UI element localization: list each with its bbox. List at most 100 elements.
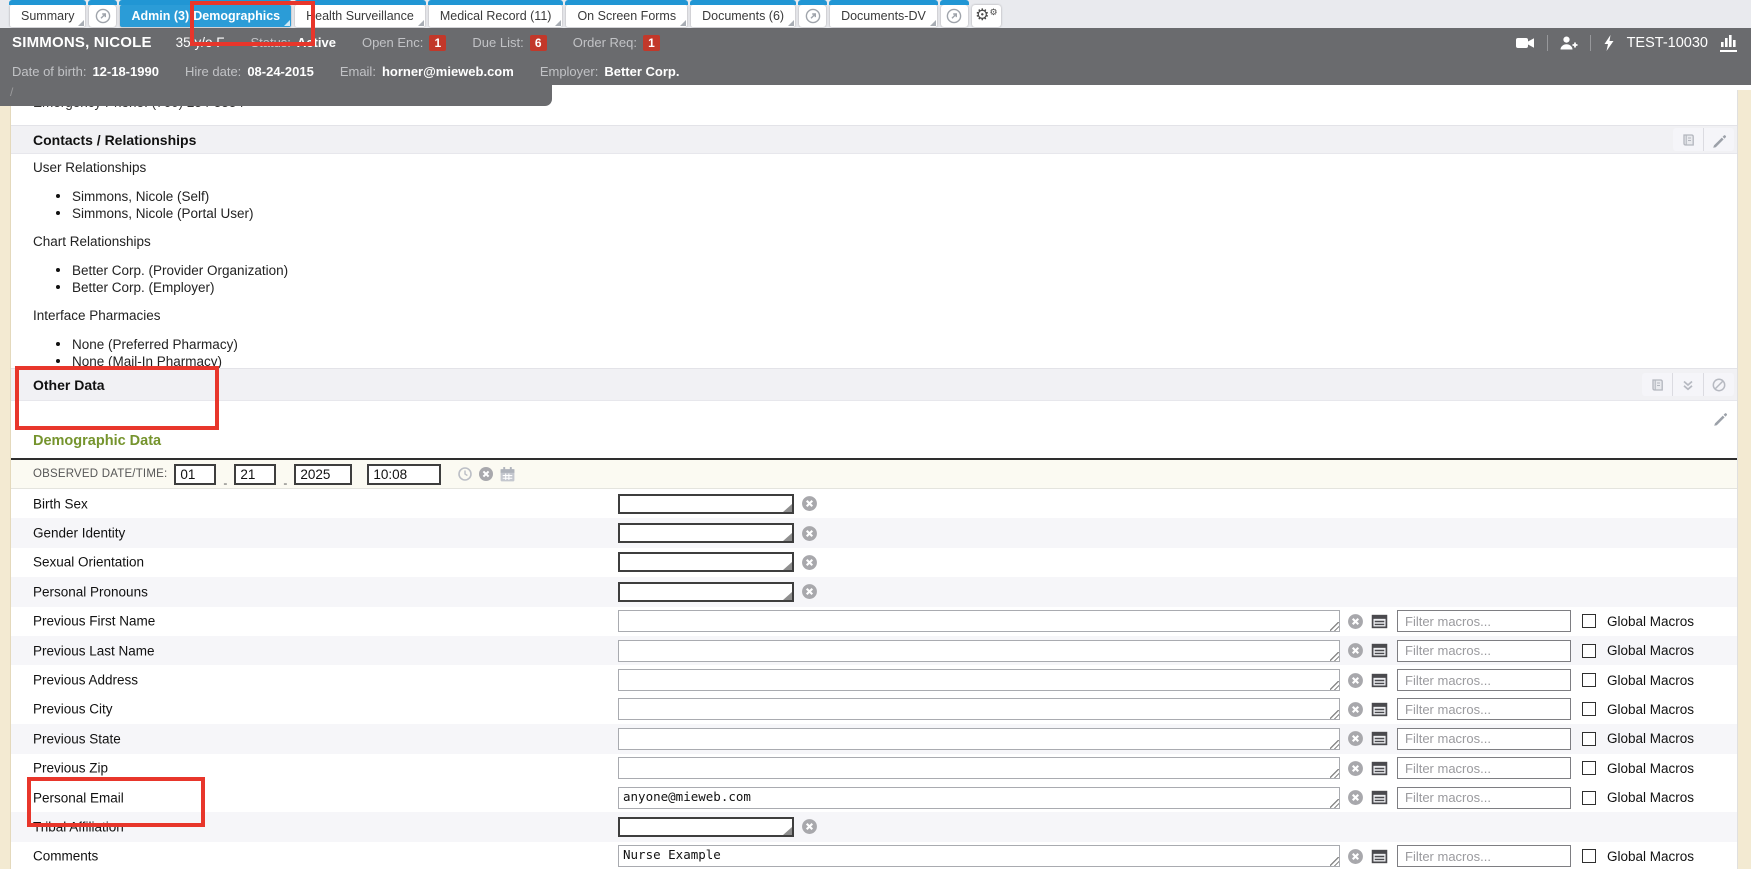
clear-field-button[interactable] — [1347, 848, 1364, 865]
order-req-badge[interactable]: 1 — [643, 35, 660, 51]
clear-field-button[interactable] — [1347, 730, 1364, 747]
calendar-icon[interactable] — [499, 466, 516, 483]
value-select-input[interactable] — [618, 494, 794, 514]
macros-list-button[interactable] — [1371, 701, 1388, 718]
value-textarea[interactable] — [618, 728, 1340, 750]
observed-day-input[interactable]: 21 — [234, 464, 276, 485]
due-list-badge[interactable]: 6 — [530, 35, 547, 51]
resize-grip[interactable] — [1330, 622, 1339, 631]
macros-list-button[interactable] — [1371, 760, 1388, 777]
form-row-sexual-orientation: Sexual Orientation — [10, 548, 1738, 577]
lightning-icon[interactable] — [1603, 35, 1615, 51]
resize-grip[interactable] — [1330, 652, 1339, 661]
open-enc-badge[interactable]: 1 — [429, 35, 446, 51]
journal-button[interactable] — [1673, 128, 1703, 151]
list-icon — [1371, 701, 1388, 718]
value-select-input[interactable] — [618, 552, 794, 572]
resize-grip[interactable] — [1330, 799, 1339, 808]
clear-field-button[interactable] — [1347, 701, 1364, 718]
value-textarea[interactable] — [618, 610, 1340, 632]
value-textarea[interactable] — [618, 669, 1340, 691]
filter-macros-input[interactable] — [1397, 610, 1571, 632]
clear-field-button[interactable] — [801, 818, 818, 835]
filter-macros-input[interactable] — [1397, 640, 1571, 662]
relationship-items: Simmons, Nicole (Self) Simmons, Nicole (… — [10, 188, 288, 222]
global-macros-checkbox[interactable] — [1582, 614, 1596, 628]
observed-month-input[interactable]: 01 — [174, 464, 216, 485]
filter-macros-input[interactable] — [1397, 669, 1571, 691]
macros-list-button[interactable] — [1371, 642, 1388, 659]
filter-macros-input[interactable] — [1397, 698, 1571, 720]
person-plus-icon[interactable] — [1560, 35, 1578, 51]
global-macros-checkbox[interactable] — [1582, 791, 1596, 805]
filter-macros-input[interactable] — [1397, 845, 1571, 867]
resize-grip[interactable] — [1330, 769, 1339, 778]
edit-section-button[interactable] — [1703, 128, 1734, 151]
journal-button[interactable] — [1642, 373, 1672, 396]
observed-year-input[interactable]: 2025 — [294, 464, 352, 485]
tab-on-screen-forms[interactable]: On Screen Forms — [566, 5, 687, 27]
value-select-input[interactable] — [618, 817, 794, 837]
tab-health-surveillance[interactable]: Health Surveillance — [295, 5, 425, 27]
tab-summary[interactable]: Summary — [10, 5, 85, 27]
macros-list-button[interactable] — [1371, 613, 1388, 630]
value-select-input[interactable] — [618, 582, 794, 602]
edit-demographics-button[interactable] — [1712, 410, 1728, 426]
macros-list-button[interactable] — [1371, 789, 1388, 806]
resize-grip[interactable] — [1330, 857, 1339, 866]
filter-macros-input[interactable] — [1397, 757, 1571, 779]
value-textarea[interactable] — [618, 698, 1340, 720]
collapse-section-button[interactable] — [1672, 373, 1703, 396]
macros-list-button[interactable] — [1371, 848, 1388, 865]
value-textarea[interactable] — [618, 757, 1340, 779]
bar-chart-icon[interactable] — [1720, 33, 1737, 52]
chart-settings-button[interactable]: ⚙⚙ — [972, 5, 1001, 27]
clear-field-button[interactable] — [1347, 672, 1364, 689]
list-item: Better Corp. (Provider Organization) — [10, 262, 288, 279]
observed-time-input[interactable]: 10:08 — [367, 464, 441, 485]
circle-x-icon — [1347, 701, 1364, 718]
tab-documents-dv[interactable]: Documents-DV — [830, 5, 937, 27]
disable-section-button[interactable] — [1703, 373, 1734, 396]
relationship-group: Interface Pharmacies None (Preferred Pha… — [10, 308, 288, 370]
clock-icon[interactable] — [457, 466, 473, 482]
global-macros-checkbox[interactable] — [1582, 702, 1596, 716]
value-textarea[interactable]: anyone@mieweb.com — [618, 787, 1340, 809]
tab-popout-button[interactable] — [941, 5, 968, 27]
global-macros-checkbox[interactable] — [1582, 761, 1596, 775]
resize-grip[interactable] — [1330, 681, 1339, 690]
filter-macros-input[interactable] — [1397, 787, 1571, 809]
form-row-personal-pronouns: Personal Pronouns — [10, 577, 1738, 606]
clear-field-button[interactable] — [801, 583, 818, 600]
tab-admin-3-demographics[interactable]: Admin (3):Demographics — [120, 5, 291, 27]
macros-list-button[interactable] — [1371, 672, 1388, 689]
clear-field-button[interactable] — [1347, 789, 1364, 806]
tab-popout-button[interactable] — [89, 5, 116, 27]
value-textarea[interactable] — [618, 640, 1340, 662]
list-item: Better Corp. (Employer) — [10, 279, 288, 296]
tab-documents-6[interactable]: Documents (6) — [691, 5, 795, 27]
resize-grip[interactable] — [1330, 740, 1339, 749]
clear-field-button[interactable] — [801, 525, 818, 542]
list-icon — [1371, 642, 1388, 659]
global-macros-checkbox[interactable] — [1582, 644, 1596, 658]
clear-field-button[interactable] — [1347, 613, 1364, 630]
video-camera-icon[interactable] — [1516, 35, 1535, 51]
relationship-items: None (Preferred Pharmacy) None (Mail-In … — [10, 336, 288, 370]
clear-datetime-button[interactable] — [478, 466, 494, 482]
global-macros-checkbox[interactable] — [1582, 849, 1596, 863]
resize-grip[interactable] — [1330, 710, 1339, 719]
global-macros-checkbox[interactable] — [1582, 673, 1596, 687]
macros-list-button[interactable] — [1371, 730, 1388, 747]
clear-field-button[interactable] — [801, 554, 818, 571]
value-textarea[interactable]: Nurse Example — [618, 845, 1340, 867]
clear-field-button[interactable] — [1347, 642, 1364, 659]
clear-field-button[interactable] — [1347, 760, 1364, 777]
tab-medical-record-11[interactable]: Medical Record (11) — [429, 5, 563, 27]
global-macros-checkbox[interactable] — [1582, 732, 1596, 746]
tab-popout-button[interactable] — [799, 5, 826, 27]
bullet — [56, 359, 60, 363]
clear-field-button[interactable] — [801, 495, 818, 512]
value-select-input[interactable] — [618, 523, 794, 543]
filter-macros-input[interactable] — [1397, 728, 1571, 750]
